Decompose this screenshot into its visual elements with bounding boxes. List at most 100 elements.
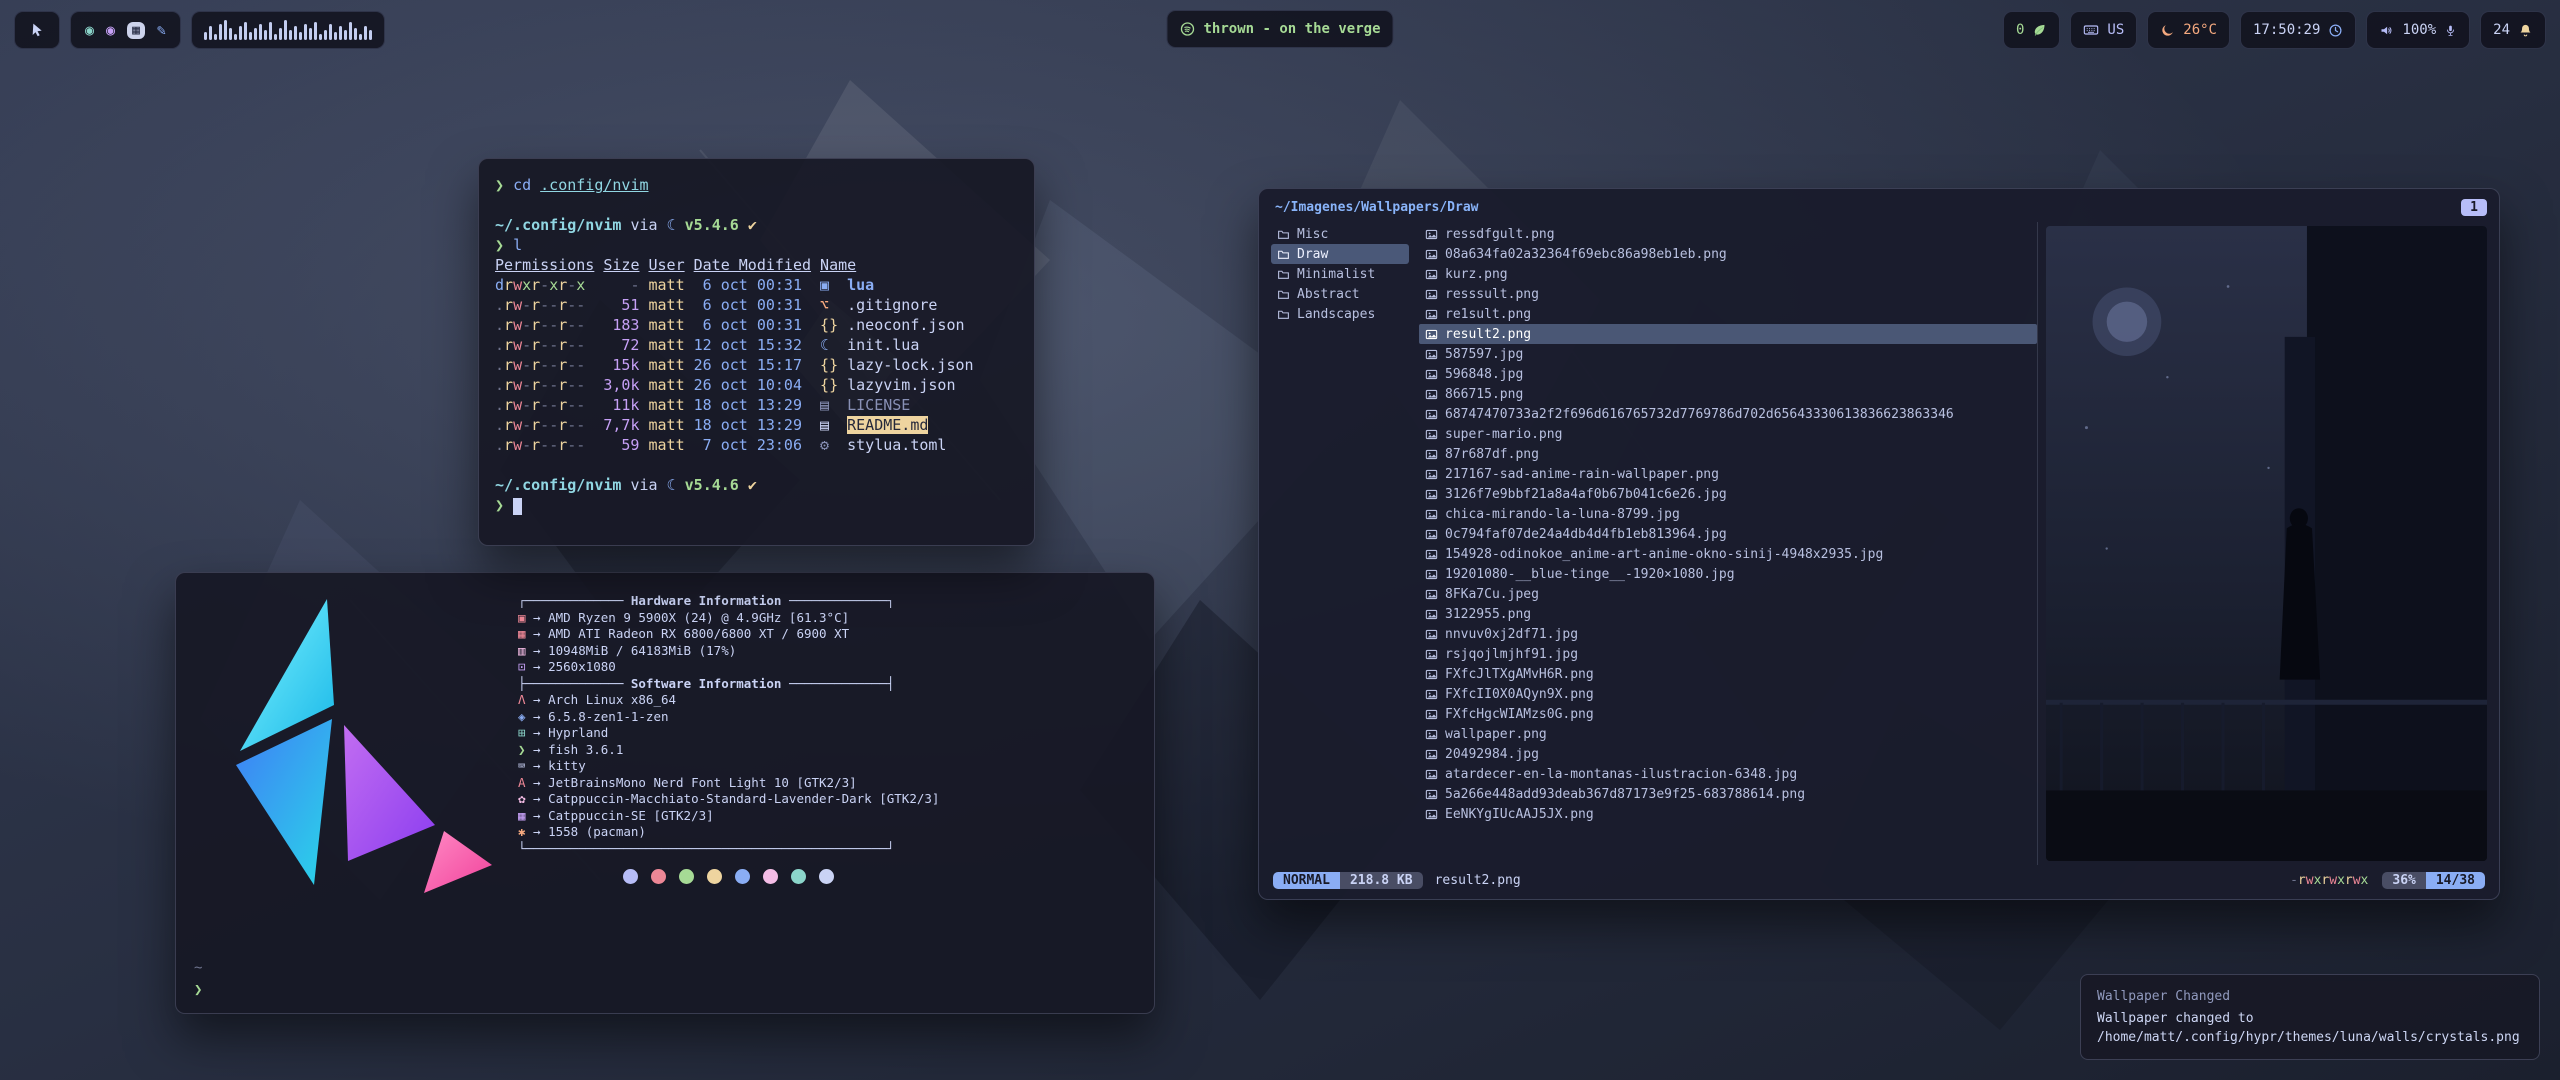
file-row[interactable]: wallpaper.png (1419, 724, 2037, 744)
palette-dot (735, 869, 750, 884)
weather-module[interactable]: 26°C (2147, 11, 2230, 49)
terminal-line: ❯ cd .config/nvim (495, 175, 1018, 195)
image-icon (1425, 348, 1438, 361)
file-row[interactable]: 587597.jpg (1419, 344, 2037, 364)
visualizer-bar (324, 30, 327, 40)
music-label: thrown - on the verge (1203, 21, 1380, 37)
file-row[interactable]: super-mario.png (1419, 424, 2037, 444)
file-row[interactable]: resssult.png (1419, 284, 2037, 304)
visualizer-bar (339, 26, 342, 40)
file-row[interactable]: 20492984.jpg (1419, 744, 2037, 764)
sidebar-folder-draw[interactable]: Draw (1271, 244, 1409, 264)
file-row[interactable]: 87r687df.png (1419, 444, 2037, 464)
clock-module[interactable]: 17:50:29 (2240, 11, 2356, 49)
visualizer-bar (274, 34, 277, 40)
file-row[interactable]: chica-mirando-la-luna-8799.jpg (1419, 504, 2037, 524)
image-icon (1425, 608, 1438, 621)
launcher-button[interactable] (14, 11, 60, 49)
file-row[interactable]: kurz.png (1419, 264, 2037, 284)
file-row[interactable]: 5a266e448add93deab367d87173e9f25-6837886… (1419, 784, 2037, 804)
file-row[interactable]: rsjqojlmjhf91.jpg (1419, 644, 2037, 664)
terminal-line: .rw-r--r--51matt 6 oct 00:31⌥.gitignore (495, 295, 1018, 315)
file-row[interactable]: 68747470733a2f2f696d616765732d7769786d70… (1419, 404, 2037, 424)
palette-dot (679, 869, 694, 884)
percent-badge: 36% (2382, 872, 2425, 889)
file-row[interactable]: 154928-odinokoe_anime-art-anime-okno-sin… (1419, 544, 2037, 564)
notifications-module[interactable]: 24 (2480, 11, 2546, 49)
visualizer-bar (234, 34, 237, 40)
terminal-window[interactable]: ❯ cd .config/nvim ~/.config/nvim via ☾ v… (478, 158, 1035, 546)
fetch-window[interactable]: ┌───────────── Hardware Information ────… (175, 572, 1155, 1014)
visualizer-bar (279, 28, 282, 40)
file-row[interactable]: 8FKa7Cu.jpeg (1419, 584, 2037, 604)
workspace-button[interactable]: ✎ (157, 23, 166, 38)
workspace-button[interactable]: ◉ (85, 23, 94, 38)
microphone-icon (2444, 24, 2457, 37)
workspace-button[interactable]: ◉ (106, 23, 115, 38)
notification-toast[interactable]: Wallpaper Changed Wallpaper changed to /… (2080, 974, 2540, 1060)
visualizer-module[interactable] (191, 11, 385, 49)
file-row[interactable]: 596848.jpg (1419, 364, 2037, 384)
sidebar-folder-misc[interactable]: Misc (1271, 224, 1409, 244)
file-row[interactable]: 3122955.png (1419, 604, 2037, 624)
visualizer-bar (314, 22, 317, 40)
visualizer-bar (309, 28, 312, 40)
palette-dot (763, 869, 778, 884)
fm-header: ~/Imagenes/Wallpapers/Draw 1 (1259, 189, 2499, 222)
size-badge: 218.8 KB (1340, 872, 1423, 889)
topbar: ◉ ◉ ▦ ✎ thrown - on the verge 0 US 26°C 17:… (14, 10, 2546, 50)
keyboard-layout: US (2107, 22, 2124, 38)
moon-icon (2160, 23, 2175, 38)
sidebar-folder-abstract[interactable]: Abstract (1271, 284, 1409, 304)
preview-image (2046, 226, 2487, 861)
image-icon (1425, 628, 1438, 641)
keyboard-icon (2083, 22, 2099, 38)
sidebar-folder-landscapes[interactable]: Landscapes (1271, 304, 1409, 324)
speaker-icon (2379, 23, 2394, 38)
file-manager-window[interactable]: ~/Imagenes/Wallpapers/Draw 1 MiscDrawMin… (1258, 188, 2500, 900)
file-row[interactable]: 08a634fa02a32364f69ebc86a98eb1eb.png (1419, 244, 2037, 264)
terminal-line: ~/.config/nvim via ☾ v5.4.6 ✔ (495, 475, 1018, 495)
keyboard-layout-module[interactable]: US (2070, 11, 2137, 49)
file-row[interactable]: FXfcJlTXgAMvH6R.png (1419, 664, 2037, 684)
image-icon (1425, 448, 1438, 461)
terminal-line: ❯ l (495, 235, 1018, 255)
position-badge: 14/38 (2426, 872, 2485, 889)
file-row[interactable]: FXfcHgcWIAMzs0G.png (1419, 704, 2037, 724)
visualizer-bar (329, 24, 332, 40)
file-row[interactable]: result2.png (1419, 324, 2037, 344)
folder-icon (1277, 308, 1290, 321)
image-icon (1425, 648, 1438, 661)
image-icon (1425, 808, 1438, 821)
visualizer-bar (354, 28, 357, 40)
file-row[interactable]: EeNKYgIUcAAJ5JX.png (1419, 804, 2037, 824)
palette-dot (623, 869, 638, 884)
visualizer-bar (214, 34, 217, 40)
file-row[interactable]: 3126f7e9bbf21a8a4af0b67b041c6e26.jpg (1419, 484, 2037, 504)
image-icon (1425, 528, 1438, 541)
clock-icon (2328, 23, 2343, 38)
fetch-info: ┌───────────── Hardware Information ────… (518, 593, 939, 857)
image-icon (1425, 748, 1438, 761)
file-row[interactable]: atardecer-en-la-montanas-ilustracion-634… (1419, 764, 2037, 784)
file-row[interactable]: 19201080-__blue-tinge__-1920×1080.jpg (1419, 564, 2037, 584)
file-row[interactable]: nnvuv0xj2df71.jpg (1419, 624, 2037, 644)
file-row[interactable]: 217167-sad-anime-rain-wallpaper.png (1419, 464, 2037, 484)
music-module[interactable]: thrown - on the verge (1166, 10, 1393, 48)
file-row[interactable]: FXfcII0X0AQyn9X.png (1419, 684, 2037, 704)
desktop: ◉ ◉ ▦ ✎ thrown - on the verge 0 US 26°C 17:… (0, 0, 2560, 1080)
workspace-button[interactable]: ▦ (127, 22, 145, 39)
sidebar-folder-minimalist[interactable]: Minimalist (1271, 264, 1409, 284)
updates-module[interactable]: 0 (2003, 11, 2060, 49)
file-row[interactable]: 866715.png (1419, 384, 2037, 404)
file-row[interactable]: ressdfgult.png (1419, 224, 2037, 244)
visualizer-bar (319, 34, 322, 40)
file-row[interactable]: 0c794faf07de24a4db4d4fb1eb813964.jpg (1419, 524, 2037, 544)
palette-dot (707, 869, 722, 884)
fetch-border: ├───────────── Software Information ────… (518, 676, 939, 693)
image-icon (1425, 768, 1438, 781)
volume-module[interactable]: 100% (2366, 11, 2470, 49)
fetch-line: ▣→ AMD Ryzen 9 5900X (24) @ 4.9GHz [61.3… (518, 610, 939, 627)
file-row[interactable]: re1sult.png (1419, 304, 2037, 324)
terminal-line: .rw-r--r--59matt 7 oct 23:06⚙stylua.toml (495, 435, 1018, 455)
